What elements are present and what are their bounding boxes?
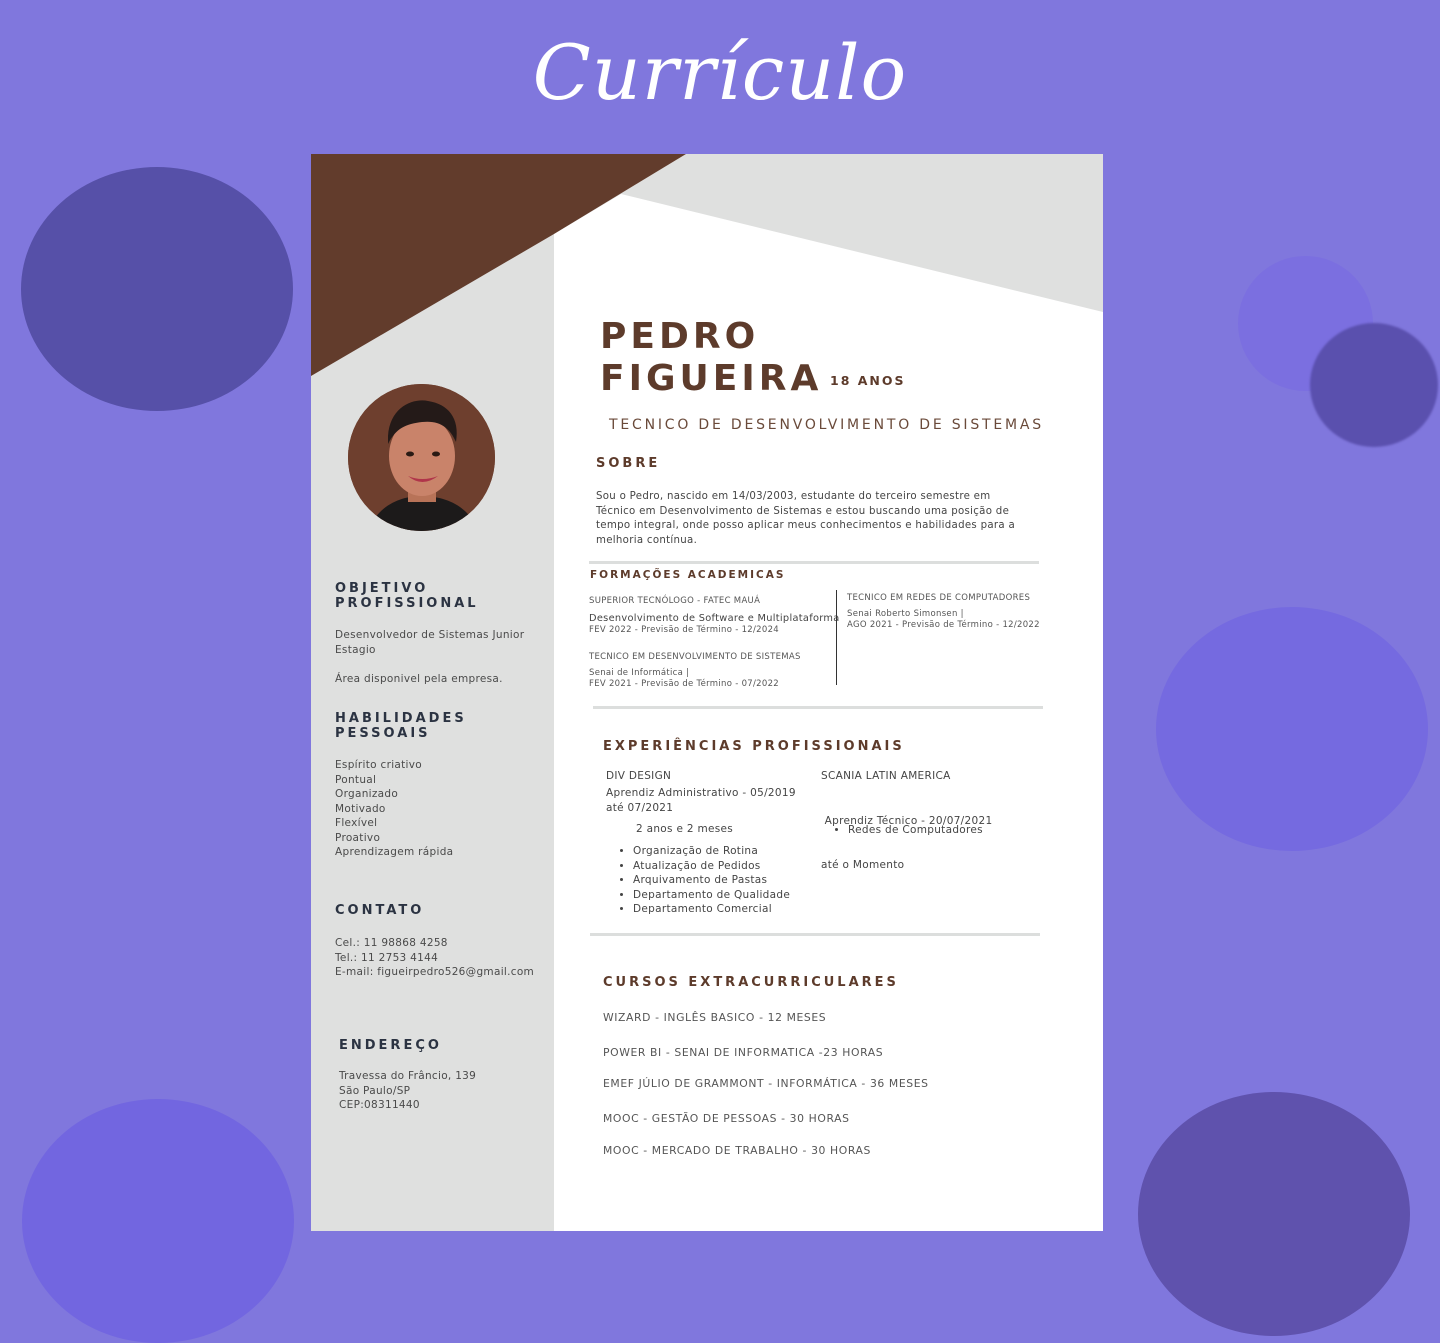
divider	[589, 561, 1039, 564]
skill-item: Organizado	[335, 788, 399, 800]
age: 18 ANOS	[830, 373, 906, 388]
decorative-circle	[21, 167, 293, 411]
skill-item: Proativo	[335, 831, 381, 844]
skill-item: Motivado	[335, 802, 386, 815]
skills-list: Espírito criativo Pontual Organizado Mot…	[335, 758, 453, 860]
job-company: SCANIA LATIN AMERICA	[821, 770, 951, 782]
education-item-dates: AGO 2021 - Previsão de Término - 12/2022	[847, 620, 1040, 630]
course-item: MOOC - GESTÃO DE PESSOAS - 30 HORAS	[603, 1112, 850, 1125]
page-title: Currículo	[532, 28, 908, 117]
education-item-course: Desenvolvimento de Software e Multiplata…	[589, 613, 840, 624]
job-role: Aprendiz Técnico - 20/07/2021 até o Mome…	[821, 815, 993, 871]
phone-cell: Cel.: 11 98868 4258	[335, 937, 448, 949]
task-item: Organização de Rotina	[633, 844, 790, 859]
skills-heading: HABILIDADES PESSOAIS	[335, 711, 467, 741]
job-role: Aprendiz Administrativo - 05/2019 até 07…	[606, 787, 796, 814]
objective-text: Desenvolvedor de Sistemas Junior Estagio…	[335, 629, 525, 685]
job-title: TECNICO DE DESENVOLVIMENTO DE SISTEMAS	[609, 417, 1044, 433]
education-item-dates: FEV 2022 - Previsão de Término - 12/2024	[589, 625, 779, 635]
resume-document: OBJETIVO PROFISSIONAL Desenvolvedor de S…	[311, 154, 1103, 1231]
address-info: Travessa do Frâncio, 139 São Paulo/SP CE…	[339, 1070, 477, 1111]
education-heading: FORMAÇÕES ACADEMICAS	[590, 569, 786, 581]
job-tasks: Redes de Computadores	[832, 823, 983, 838]
education-item-school: Senai de Informática |	[589, 668, 690, 678]
course-item: MOOC - MERCADO DE TRABALHO - 30 HORAS	[603, 1144, 871, 1157]
education-divider	[836, 590, 837, 685]
education-item-head: SUPERIOR TECNÓLOGO - FATEC MAUÁ	[589, 596, 761, 606]
skill-item: Flexível	[335, 817, 378, 829]
email: E-mail: figueirpedro526@gmail.com	[335, 966, 535, 978]
job-duration: 2 anos e 2 meses	[636, 823, 734, 835]
phone-tel: Tel.: 11 2753 4144	[335, 951, 439, 964]
about-heading: SOBRE	[596, 456, 661, 471]
job-company: DIV DESIGN	[606, 770, 672, 782]
education-item-school: Senai Roberto Simonsen |	[847, 609, 964, 619]
course-item: EMEF JÚLIO DE GRAMMONT - INFORMÁTICA - 3…	[603, 1077, 929, 1090]
contact-heading: CONTATO	[335, 903, 425, 918]
decorative-circle	[22, 1099, 294, 1343]
skill-item: Espírito criativo	[335, 759, 423, 771]
task-item: Atualização de Pedidos	[633, 859, 790, 874]
contact-info: Cel.: 11 98868 4258 Tel.: 11 2753 4144 E…	[335, 936, 534, 980]
divider	[590, 933, 1040, 936]
address-heading: ENDEREÇO	[339, 1038, 442, 1053]
education-item-head: TECNICO EM REDES DE COMPUTADORES	[847, 593, 1031, 603]
decorative-circle	[1138, 1092, 1410, 1336]
task-item: Redes de Computadores	[848, 823, 983, 838]
task-item: Departamento Comercial	[633, 902, 790, 917]
experience-heading: EXPERIÊNCIAS PROFISSIONAIS	[603, 739, 905, 754]
course-item: POWER BI - SENAI DE INFORMATICA -23 HORA…	[603, 1046, 884, 1059]
education-item-dates: FEV 2021 - Previsão de Término - 07/2022	[589, 679, 779, 689]
task-item: Departamento de Qualidade	[633, 888, 790, 903]
courses-heading: CURSOS EXTRACURRICULARES	[603, 975, 899, 990]
skill-item: Pontual	[335, 773, 377, 786]
about-text: Sou o Pedro, nascido em 14/03/2003, estu…	[596, 491, 1016, 546]
job-tasks: Organização de Rotina Atualização de Ped…	[617, 844, 790, 917]
skill-item: Aprendizagem rápida	[335, 846, 454, 858]
full-name: PEDRO FIGUEIRA	[600, 316, 823, 399]
course-item: WIZARD - INGLÊS BASICO - 12 MESES	[603, 1011, 827, 1024]
objective-heading: OBJETIVO PROFISSIONAL	[335, 581, 479, 611]
divider	[593, 706, 1043, 709]
decorative-circle	[1156, 607, 1428, 851]
decorative-circle	[1310, 323, 1438, 447]
task-item: Arquivamento de Pastas	[633, 873, 790, 888]
profile-photo	[348, 384, 495, 531]
education-item-head: TECNICO EM DESENVOLVIMENTO DE SISTEMAS	[589, 652, 801, 662]
